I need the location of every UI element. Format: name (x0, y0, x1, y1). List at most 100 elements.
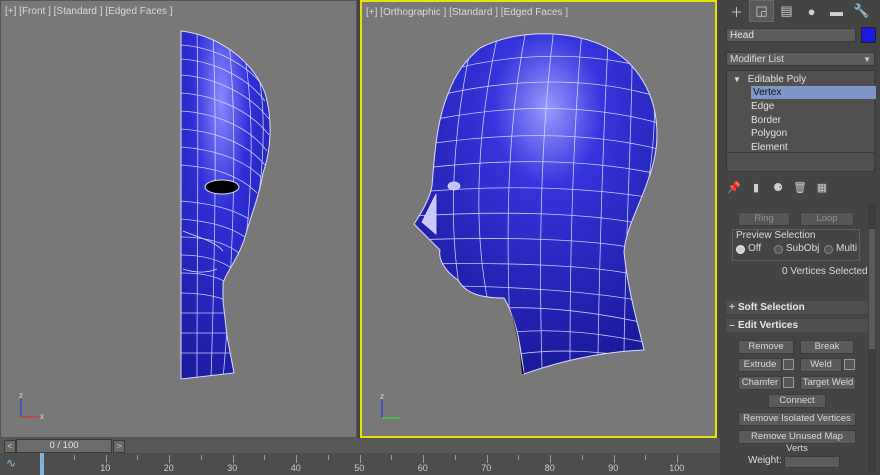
edit-vertices-title: Edit Vertices (738, 320, 799, 331)
break-button[interactable]: Break (800, 340, 854, 354)
connect-button[interactable]: Connect (768, 394, 826, 408)
preview-subobj-label: SubObj (786, 243, 820, 254)
frame-tick (105, 455, 107, 463)
preview-multi-label: Multi (836, 243, 858, 254)
frame-tick (486, 455, 488, 463)
frame-tick-label: 100 (669, 463, 685, 473)
frame-tick (200, 455, 202, 460)
configure-sets-icon[interactable]: ▦ (814, 179, 830, 195)
frame-tick-label: 70 (481, 463, 492, 473)
wrench-icon: 🔧 (853, 3, 870, 18)
target-weld-button[interactable]: Target Weld (800, 376, 856, 390)
stack-item-border[interactable]: Border (751, 114, 781, 127)
frame-ruler[interactable]: 0102030405060708090100 (40, 453, 720, 475)
weight-label: Weight: (748, 455, 782, 466)
preview-selection-title: Preview Selection (736, 230, 816, 241)
remove-button[interactable]: Remove (738, 340, 794, 354)
preview-multi-radio[interactable] (824, 245, 833, 254)
display-icon: ▬ (830, 3, 843, 19)
frame-tick-label: 40 (290, 463, 301, 473)
frame-tick (613, 455, 615, 463)
frame-tick (423, 455, 424, 463)
stack-item-edge[interactable]: Edge (751, 100, 774, 113)
modify-tab[interactable]: ◲ (749, 0, 774, 22)
chamfer-settings-icon[interactable] (783, 377, 794, 388)
loop-button[interactable]: Loop (800, 212, 854, 226)
hierarchy-tab[interactable]: ▤ (774, 0, 799, 22)
remove-modifier-icon[interactable]: 🗑 (792, 179, 808, 195)
frame-tick (42, 455, 43, 463)
object-color-swatch[interactable] (861, 27, 876, 43)
selection-status: 0 Vertices Selected (782, 266, 868, 277)
utilities-tab[interactable]: 🔧 (849, 0, 874, 22)
time-prev-button[interactable]: < (4, 440, 16, 453)
frame-tick (550, 455, 551, 463)
time-slider-bar: < 0 / 100 > (0, 438, 720, 453)
motion-tab[interactable]: ● (799, 0, 824, 22)
frame-tick (327, 455, 329, 460)
extrude-settings-icon[interactable] (783, 359, 794, 370)
stack-item-polygon[interactable]: Polygon (751, 127, 787, 140)
track-bar[interactable]: ∿ 0102030405060708090100 (0, 453, 720, 475)
front-gizmo-x: x (40, 412, 44, 421)
preview-off-label: Off (748, 243, 762, 254)
frame-tick (169, 455, 170, 463)
command-panel-tabs: ＋ ◲ ▤ ● ▬ 🔧 (724, 0, 876, 22)
front-head-mesh (180, 30, 271, 380)
modifier-list-label: Modifier List (730, 54, 784, 65)
preview-off-radio[interactable] (736, 245, 745, 254)
curve-editor-icon[interactable]: ∿ (6, 456, 26, 472)
expand-triangle-icon: ▼ (733, 75, 741, 84)
preview-subobj-radio[interactable] (774, 245, 783, 254)
remove-isolated-vertices-button[interactable]: Remove Isolated Vertices (738, 412, 856, 426)
front-viewport[interactable]: [+] [Front ] [Standard ] [Edged Faces ] (0, 0, 357, 438)
weld-settings-icon[interactable] (844, 359, 855, 370)
modifier-stack: ▼ Editable Poly Vertex Edge Border Polyg… (726, 70, 876, 172)
frame-tick (454, 455, 456, 460)
stack-root-label: Editable Poly (747, 74, 807, 85)
frame-tick (391, 455, 393, 460)
remove-unused-map-verts-button[interactable]: Remove Unused Map Verts (738, 430, 856, 454)
frame-tick (137, 455, 139, 460)
frame-tick-label: 50 (354, 463, 365, 473)
frame-tick-label: 60 (417, 463, 428, 473)
frame-tick (677, 455, 678, 463)
frame-tick-label: 90 (608, 463, 619, 473)
hierarchy-icon: ▤ (780, 3, 793, 18)
frame-tick-label: 10 (100, 463, 111, 473)
weight-spinner[interactable] (784, 456, 840, 468)
expand-plus-icon: + (729, 302, 735, 313)
frame-tick (518, 455, 520, 460)
frame-tick-label: 30 (227, 463, 238, 473)
frame-tick-label: 20 (163, 463, 174, 473)
ring-button[interactable]: Ring (738, 212, 790, 226)
make-unique-icon[interactable]: ⚈ (770, 179, 786, 195)
time-slider[interactable]: 0 / 100 (16, 439, 112, 453)
display-tab[interactable]: ▬ (824, 0, 849, 22)
edit-vertices-rollout[interactable]: – Edit Vertices (726, 319, 868, 332)
front-axis-gizmo: z x (19, 393, 44, 421)
chevron-down-icon: ▼ (863, 55, 871, 64)
panel-scroll-thumb[interactable] (869, 229, 875, 349)
motion-icon: ● (807, 3, 816, 19)
soft-selection-rollout[interactable]: + Soft Selection (726, 301, 868, 314)
panel-scrollbar[interactable] (868, 203, 876, 473)
orthographic-viewport[interactable]: [+] [Orthographic ] [Standard ] [Edged F… (360, 0, 717, 438)
ortho-gizmo-z: z (380, 394, 384, 401)
pin-stack-icon[interactable]: 📌 (726, 179, 742, 195)
time-next-button[interactable]: > (113, 440, 125, 453)
modifier-list-dropdown[interactable]: Modifier List ▼ (726, 52, 875, 66)
show-end-result-icon[interactable]: ▮ (748, 179, 764, 195)
ortho-axis-gizmo: z (380, 394, 400, 419)
front-gizmo-z: z (19, 393, 23, 400)
chamfer-button[interactable]: Chamfer (738, 376, 782, 390)
weld-button[interactable]: Weld (800, 358, 842, 372)
stack-item-vertex[interactable]: Vertex (751, 86, 876, 99)
soft-selection-title: Soft Selection (738, 302, 805, 313)
frame-tick-label: 80 (544, 463, 555, 473)
create-tab[interactable]: ＋ (724, 0, 749, 22)
extrude-button[interactable]: Extrude (738, 358, 782, 372)
frame-tick (296, 455, 297, 463)
stack-root-editable-poly[interactable]: ▼ Editable Poly (733, 73, 806, 86)
object-name-field[interactable]: Head (726, 28, 856, 42)
